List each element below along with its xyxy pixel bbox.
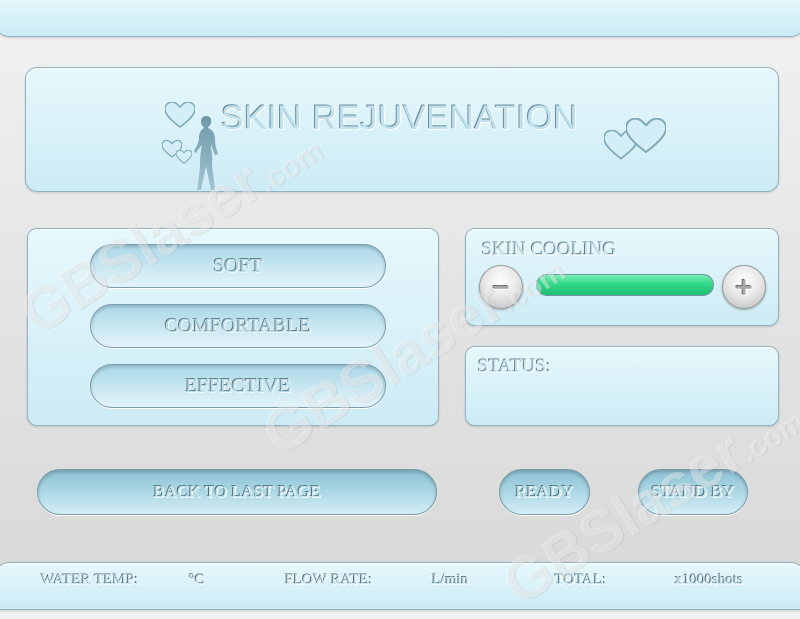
cooling-level-bar[interactable] (536, 274, 714, 296)
back-to-last-page-button[interactable]: BACK TO LAST PAGE (37, 469, 437, 515)
minus-icon: − (490, 273, 512, 301)
status-panel: STATUS: (465, 346, 779, 426)
total-label: TOTAL: (555, 572, 607, 588)
effective-mode-button[interactable]: EFFECTIVE (90, 364, 386, 408)
ready-button[interactable]: READY (499, 469, 590, 515)
cooling-level-fill (537, 275, 713, 295)
plus-icon: + (733, 273, 755, 301)
heart-icon (626, 118, 666, 154)
flow-rate-label: FLOW RATE: (285, 572, 373, 588)
woman-silhouette-icon (194, 116, 218, 190)
skin-cooling-label: SKIN COOLING (482, 239, 617, 260)
title-banner: SKIN REJUVENATION (25, 67, 779, 192)
cooling-increase-button[interactable]: + (722, 265, 766, 309)
total-unit: x1000shots (675, 572, 744, 588)
soft-mode-button[interactable]: SOFT (90, 244, 386, 288)
status-label: STATUS: (478, 356, 552, 377)
top-bar (0, 0, 800, 37)
comfortable-mode-button[interactable]: COMFORTABLE (90, 304, 386, 348)
water-temp-unit: °C (189, 572, 206, 588)
flow-rate-unit: L/min (432, 572, 469, 588)
skin-cooling-panel: SKIN COOLING − + (465, 228, 779, 326)
water-temp-label: WATER TEMP: (41, 572, 139, 588)
mode-panel: SOFT COMFORTABLE EFFECTIVE (27, 228, 439, 426)
stand-by-button[interactable]: STAND BY (638, 469, 748, 515)
page-title: SKIN REJUVENATION (221, 99, 579, 137)
cooling-decrease-button[interactable]: − (479, 265, 523, 309)
